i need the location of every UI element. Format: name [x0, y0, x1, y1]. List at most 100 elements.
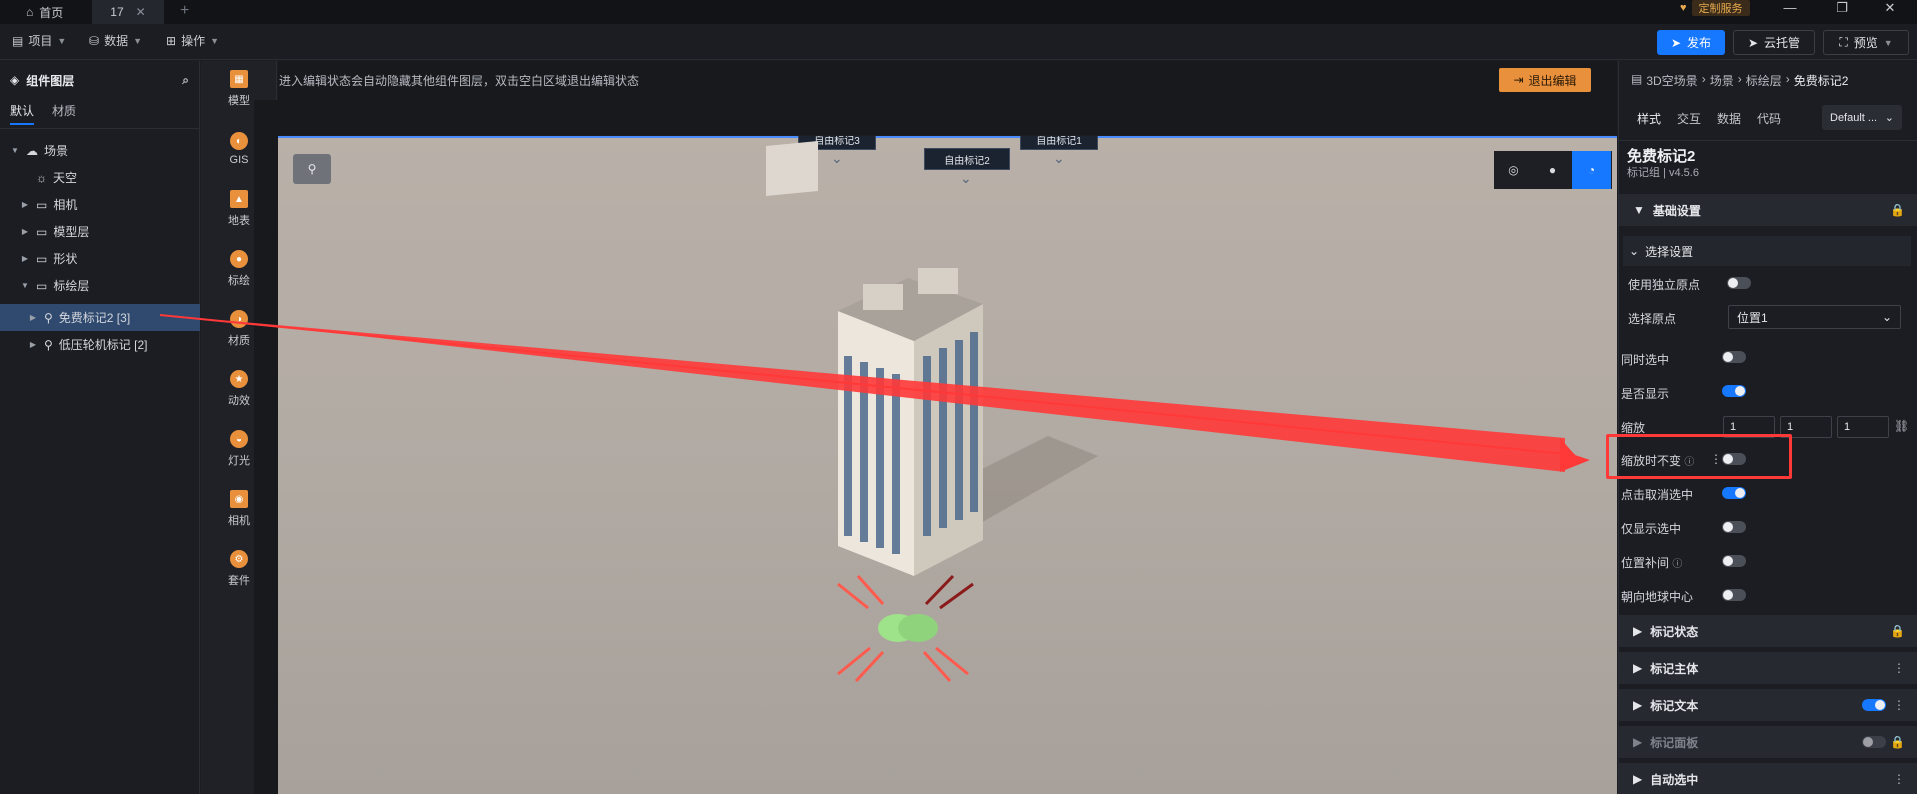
tab-interaction[interactable]: 交互: [1677, 110, 1701, 127]
caret-right-icon[interactable]: ▶: [28, 340, 38, 349]
rail-label: 材质: [228, 335, 250, 347]
tree-item-scene[interactable]: ▼ ☁ 场景: [0, 137, 200, 164]
rail-label: GIS: [229, 154, 249, 166]
tree-item-label: 标绘层: [53, 279, 90, 293]
exit-icon: ⇥: [1513, 73, 1524, 87]
section-auto-select[interactable]: ▶ 自动选中 ⋮: [1619, 763, 1917, 794]
link-icon[interactable]: ⛓: [1894, 419, 1909, 433]
more-icon[interactable]: ⋮: [1893, 772, 1905, 786]
tree-item-shape[interactable]: ▶ ▭ 形状: [0, 245, 200, 272]
help-icon[interactable]: ⓘ: [1672, 559, 1682, 570]
tab-home[interactable]: ⌂ 首页: [14, 0, 75, 24]
more-icon[interactable]: ⋮: [1893, 698, 1905, 712]
origin-select[interactable]: 位置1 ⌄: [1728, 305, 1901, 329]
lock-icon[interactable]: 🔒: [1890, 624, 1905, 638]
section-label: 自动选中: [1650, 772, 1699, 787]
breadcrumb-item[interactable]: 场景: [1710, 72, 1734, 89]
minimize-button[interactable]: —: [1770, 0, 1810, 18]
section-label: 基础设置: [1652, 203, 1701, 218]
search-icon[interactable]: ⌕: [182, 73, 189, 88]
pos-tween-text: 位置补间: [1621, 556, 1670, 570]
custom-service-label: 定制服务: [1691, 0, 1750, 16]
visible-toggle[interactable]: [1722, 385, 1746, 397]
tree-item-label: 相机: [53, 198, 78, 212]
style-preset-select[interactable]: Default ... ⌄: [1822, 105, 1902, 130]
scale-z-input[interactable]: 1: [1837, 416, 1889, 438]
caret-down-icon: ▼: [1633, 203, 1645, 217]
scene-icon: ☁: [26, 143, 38, 158]
caret-right-icon: ▶: [1633, 735, 1643, 749]
custom-service-badge[interactable]: ♥ 定制服务: [1680, 0, 1750, 16]
close-window-button[interactable]: ✕: [1870, 0, 1910, 18]
tree-item-model-layer[interactable]: ▶ ▭ 模型层: [0, 218, 200, 245]
publish-button[interactable]: ➤ 发布: [1657, 30, 1725, 55]
style-preset-value: Default ...: [1830, 111, 1878, 124]
subsection-select[interactable]: ⌄ 选择设置: [1623, 236, 1911, 266]
tree-item-plot-layer[interactable]: ▼ ▭ 标绘层: [0, 272, 200, 299]
tab-material[interactable]: 材质: [52, 102, 76, 125]
face-center-toggle[interactable]: [1722, 589, 1746, 601]
layer-panel-title: 组件图层: [26, 73, 75, 88]
section-label: 标记状态: [1650, 624, 1699, 639]
breadcrumb-item[interactable]: 标绘层: [1746, 72, 1782, 89]
folder-icon: ▭: [36, 251, 48, 266]
cloud-host-button[interactable]: ➤ 云托管: [1733, 30, 1815, 55]
more-icon[interactable]: ⋮: [1893, 661, 1905, 675]
maximize-button[interactable]: ❐: [1822, 0, 1862, 18]
tree-item-label: 形状: [53, 252, 78, 266]
show-selected-toggle[interactable]: [1722, 521, 1746, 533]
show-selected-label: 仅显示选中: [1621, 522, 1682, 536]
rail-label: 动效: [228, 395, 250, 407]
caret-down-icon[interactable]: ▼: [20, 281, 30, 290]
select-origin-label: 选择原点: [1628, 312, 1677, 326]
use-origin-label: 使用独立原点: [1628, 278, 1701, 292]
tree-item-camera[interactable]: ▶ ▭ 相机: [0, 191, 200, 218]
tab-default[interactable]: 默认: [10, 102, 35, 125]
tab-style[interactable]: 样式: [1637, 110, 1661, 127]
caret-right-icon[interactable]: ▶: [20, 254, 30, 263]
section-marker-state[interactable]: ▶ 标记状态 🔒: [1619, 615, 1917, 647]
marker-panel-toggle[interactable]: [1862, 736, 1886, 748]
caret-right-icon: ▶: [1633, 661, 1643, 675]
menu-operate[interactable]: ⊞ 操作 ▼: [166, 32, 219, 49]
section-basic[interactable]: ▼ 基础设置 🔒: [1619, 194, 1917, 226]
exit-edit-button[interactable]: ⇥ 退出编辑: [1499, 68, 1591, 92]
caret-right-icon[interactable]: ▶: [20, 227, 30, 236]
click-cancel-toggle[interactable]: [1722, 487, 1746, 499]
preview-button[interactable]: ⛶ 预览 ▼: [1823, 30, 1909, 55]
close-icon[interactable]: ✕: [136, 5, 146, 19]
tab-data[interactable]: 数据: [1717, 110, 1741, 127]
component-version: 标记组 | v4.5.6: [1627, 167, 1699, 179]
add-tab-icon[interactable]: +: [180, 2, 189, 20]
tab-label: 17: [110, 5, 124, 19]
rail-label: 灯光: [228, 455, 250, 467]
pos-tween-toggle[interactable]: [1722, 555, 1746, 567]
main-toolbar: ▤ 项目 ▼ ⛁ 数据 ▼ ⊞ 操作 ▼ ➤ 发布 ➤ 云托管 ⛶ 预览 ▼: [0, 24, 1917, 60]
3d-scene-viewport[interactable]: ⚲ ◎ ● ◔ 自由标记3 ⌄ 自由标记2 ⌄ 自由标记1 ⌄: [278, 136, 1617, 794]
origin-select-value: 位置1: [1737, 310, 1768, 325]
caret-right-icon[interactable]: ▶: [20, 200, 30, 209]
chevron-down-icon: ▼: [57, 35, 67, 46]
ruler-left: [254, 100, 278, 794]
marker-icon: ⚲: [44, 310, 53, 325]
tree-item-sky[interactable]: ☼ 天空: [0, 164, 200, 191]
marker-text-toggle[interactable]: [1862, 699, 1886, 711]
tab-code[interactable]: 代码: [1757, 110, 1781, 127]
caret-down-icon[interactable]: ▼: [10, 146, 20, 155]
use-origin-toggle[interactable]: [1727, 277, 1751, 289]
tab-project[interactable]: 17 ✕: [92, 0, 164, 24]
menu-project[interactable]: ▤ 项目 ▼: [12, 32, 66, 49]
breadcrumb-item[interactable]: 3D空场景: [1646, 72, 1697, 89]
sky-icon: ☼: [36, 170, 47, 185]
rail-label: 相机: [228, 515, 250, 527]
caret-right-icon: ▶: [1633, 772, 1643, 786]
menu-data[interactable]: ⛁ 数据 ▼: [89, 32, 142, 49]
lock-icon[interactable]: 🔒: [1890, 735, 1905, 749]
sync-select-toggle[interactable]: [1722, 351, 1746, 363]
section-marker-body[interactable]: ▶ 标记主体 ⋮: [1619, 652, 1917, 684]
tree-item-turbine-marker[interactable]: ▶ ⚲ 低压轮机标记 [2]: [0, 331, 200, 358]
tree-item-free-marker[interactable]: ▶ ⚲ 免费标记2 [3]: [0, 304, 200, 331]
caret-right-icon[interactable]: ▶: [28, 313, 38, 322]
lock-icon[interactable]: 🔒: [1890, 203, 1905, 217]
tree-item-label: 低压轮机标记 [2]: [58, 338, 148, 352]
